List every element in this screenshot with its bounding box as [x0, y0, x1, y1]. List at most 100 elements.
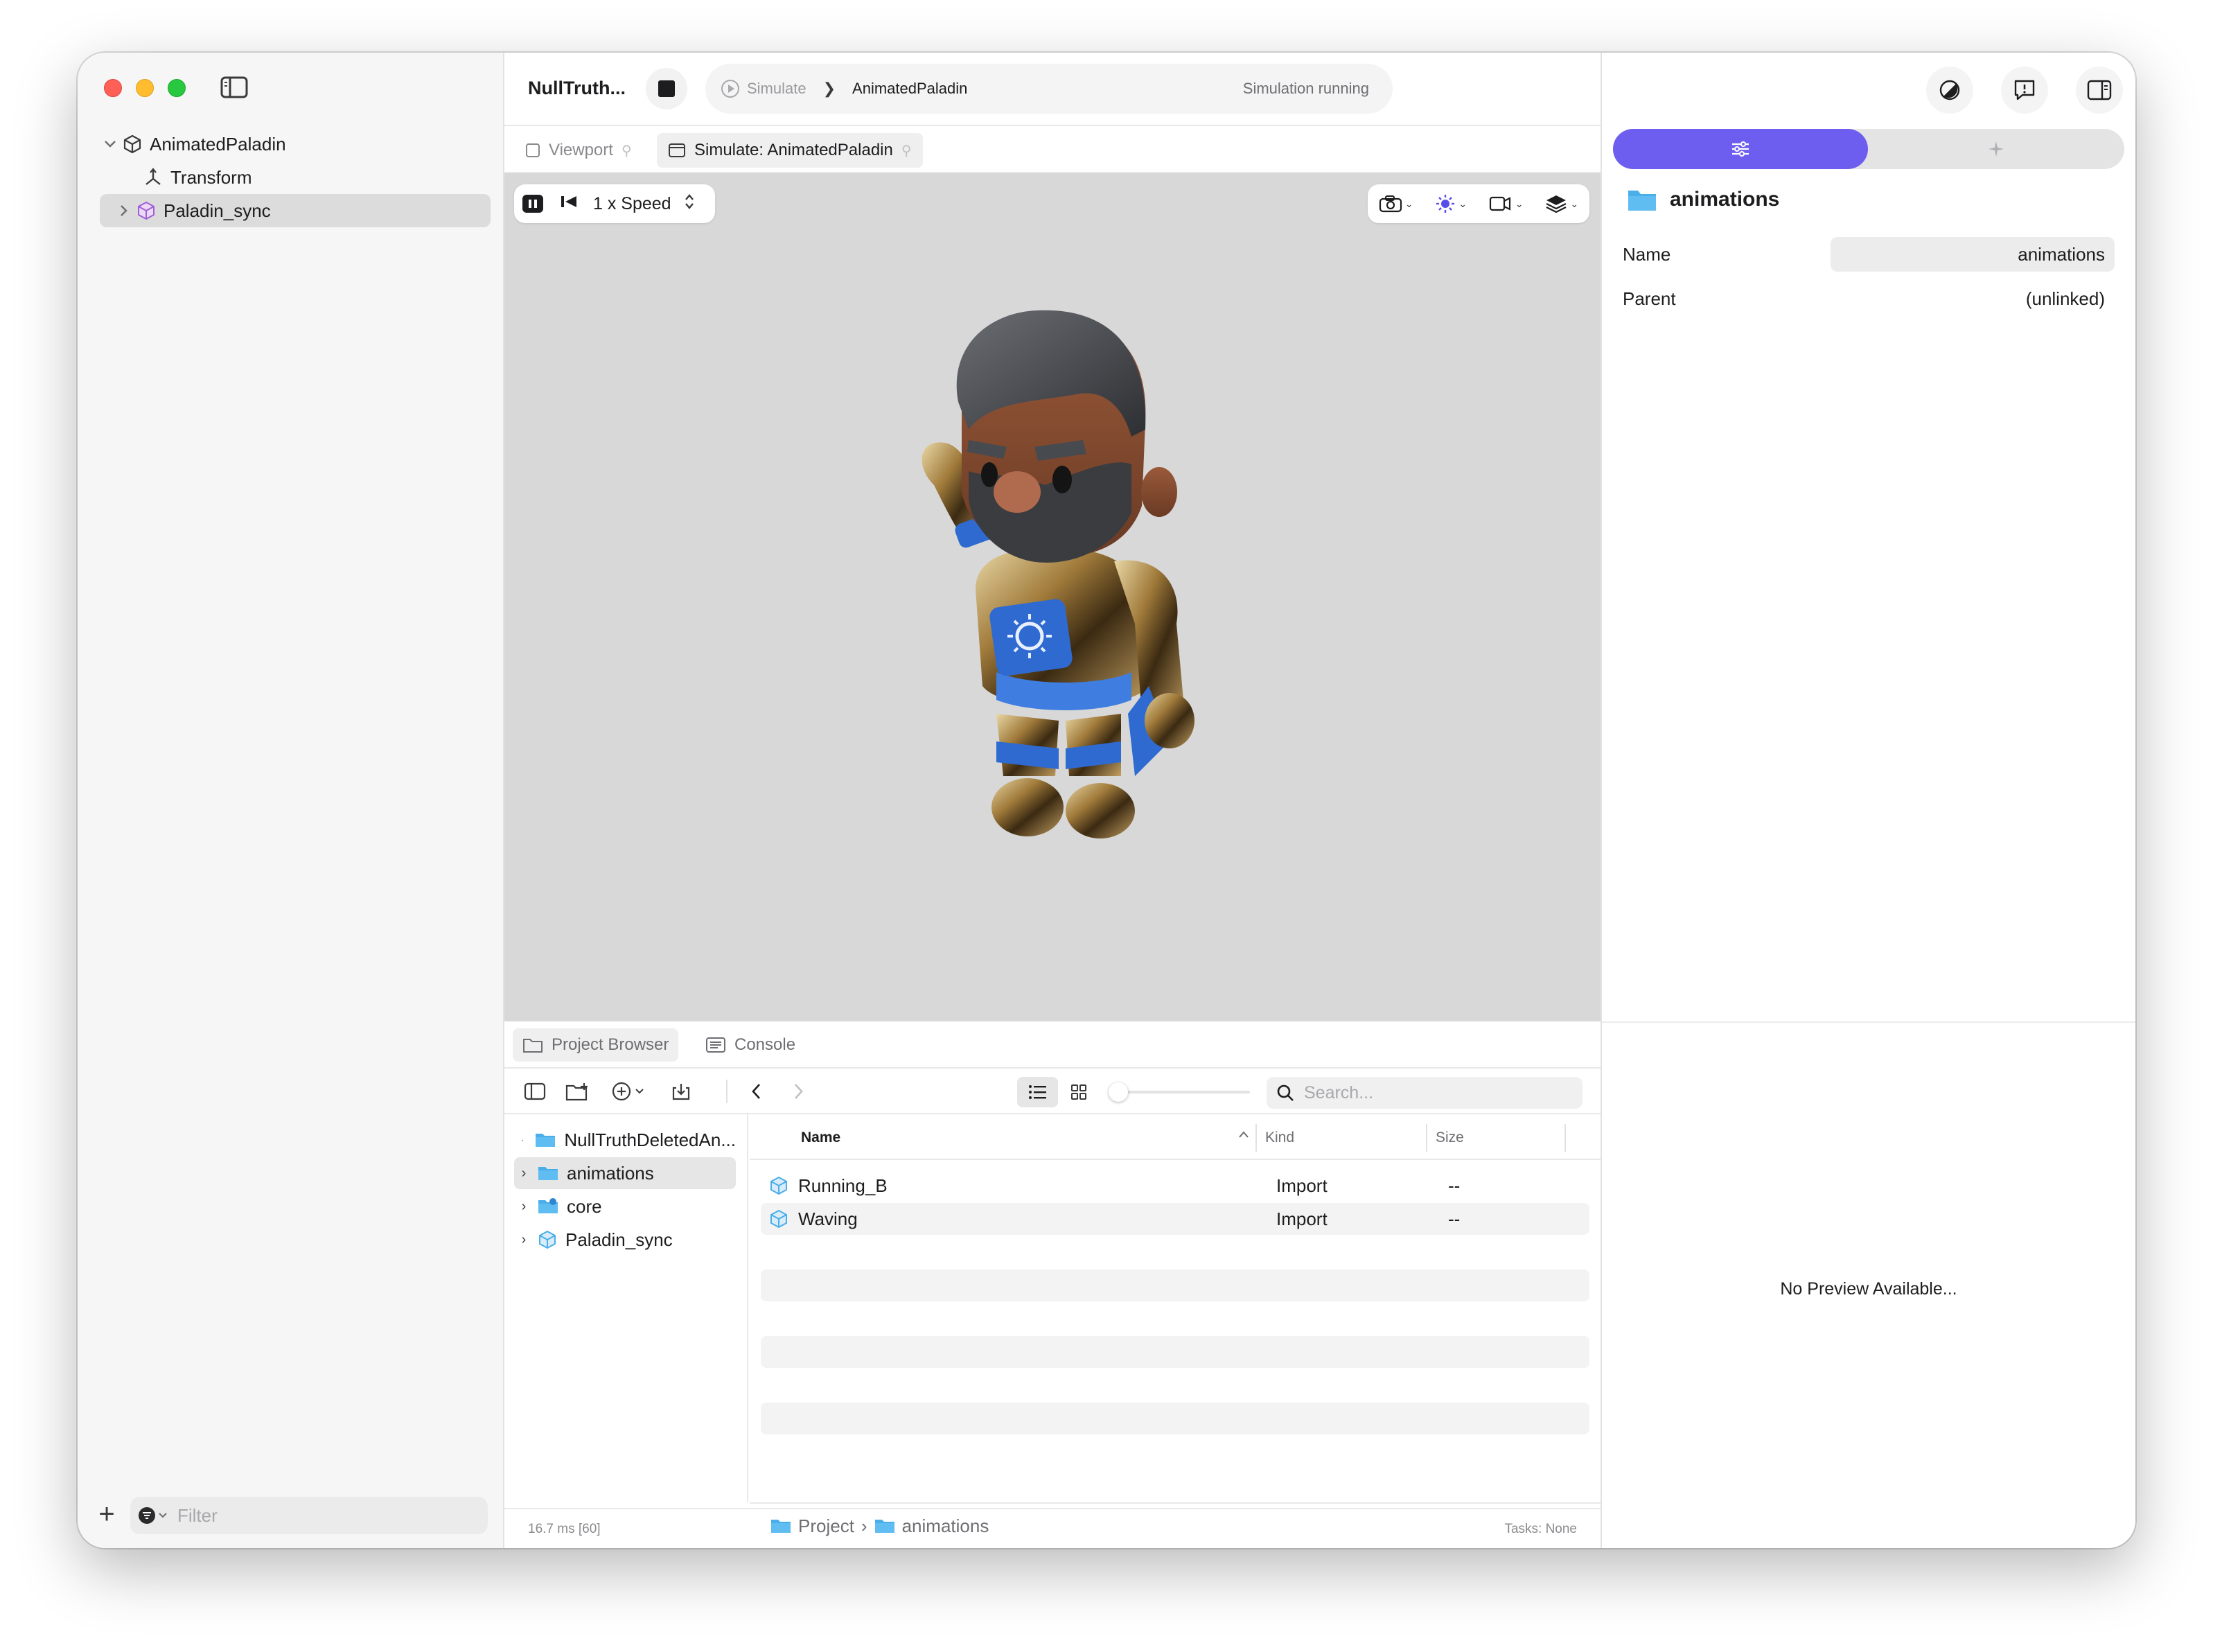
- preview-area: No Preview Available...: [1602, 1021, 2135, 1548]
- tree-item-transform[interactable]: Transform: [100, 161, 491, 194]
- display-menu[interactable]: ⌄: [1489, 195, 1524, 213]
- 3d-viewport[interactable]: 1 x Speed ⌄ ⌄ ⌄ ⌄: [504, 173, 1601, 1021]
- column-name[interactable]: Name: [801, 1130, 840, 1146]
- column-divider[interactable]: [1564, 1124, 1566, 1152]
- pause-button[interactable]: [522, 195, 543, 213]
- sort-ascending-icon[interactable]: [1237, 1127, 1250, 1143]
- appearance-button[interactable]: [1926, 67, 1973, 114]
- model-icon: [134, 199, 158, 222]
- properties-tab[interactable]: [1613, 129, 1868, 169]
- simulation-status: Simulation running: [1242, 80, 1369, 97]
- back-icon[interactable]: [750, 1080, 764, 1103]
- file-name-label: Waving: [798, 1208, 858, 1229]
- pin-icon[interactable]: ⚲: [901, 142, 912, 159]
- folder-root[interactable]: · NullTruthDeletedAn...: [514, 1124, 736, 1156]
- chevron-down-icon: ⌄: [1458, 197, 1467, 209]
- chevron-right-icon[interactable]: ›: [514, 1199, 534, 1215]
- chevron-down-icon: ⌄: [1404, 197, 1413, 209]
- transform-icon: [141, 166, 165, 189]
- tree-item-paladin-sync[interactable]: Paladin_sync: [100, 194, 491, 227]
- sidebar-toggle-icon[interactable]: [220, 76, 248, 98]
- tree-item-animatedpaladin[interactable]: AnimatedPaladin: [100, 128, 491, 161]
- chevron-right-icon[interactable]: [114, 200, 134, 221]
- bottom-panel: Project Browser Console Search... · Null…: [504, 1021, 1601, 1548]
- inspector-title: animations: [1670, 188, 1780, 211]
- feedback-button[interactable]: [2001, 67, 2048, 114]
- inspector-mode-toggle: [1613, 129, 2124, 169]
- add-icon[interactable]: +: [93, 1500, 121, 1529]
- display-icon: [1489, 196, 1510, 211]
- chevron-down-icon: ⌄: [1515, 197, 1524, 209]
- filter-menu-icon[interactable]: [137, 1506, 172, 1525]
- column-size[interactable]: Size: [1436, 1130, 1464, 1146]
- tab-label: Simulate: AnimatedPaladin: [694, 141, 893, 159]
- stepper-icon[interactable]: [684, 193, 695, 216]
- minimize-window-button[interactable]: [136, 79, 154, 97]
- browser-toolbar: Search...: [504, 1069, 1601, 1114]
- forward-icon[interactable]: [791, 1080, 805, 1103]
- console-icon: [706, 1037, 725, 1053]
- project-title[interactable]: NullTruth...: [528, 78, 626, 99]
- chevron-right-icon[interactable]: ›: [514, 1232, 534, 1248]
- file-list: Name Kind Size Running_B Import -- Wavin…: [750, 1114, 1601, 1502]
- tab-viewport[interactable]: Viewport ⚲: [514, 133, 643, 168]
- pin-icon[interactable]: ⚲: [621, 142, 632, 159]
- tab-project-browser[interactable]: Project Browser: [513, 1028, 679, 1062]
- column-divider[interactable]: [1426, 1124, 1427, 1152]
- chevron-right-icon[interactable]: ›: [514, 1166, 534, 1181]
- chevron-down-icon[interactable]: [100, 134, 121, 155]
- asset-icon: [770, 1209, 787, 1229]
- viewport-icon: [526, 143, 540, 157]
- column-divider[interactable]: [1255, 1124, 1257, 1152]
- file-size: --: [1448, 1208, 1461, 1229]
- sidebar-footer: + Filter: [93, 1497, 488, 1534]
- property-parent: Parent (unlinked): [1623, 281, 2115, 316]
- grid-view-icon[interactable]: [1058, 1077, 1099, 1107]
- folder-paladin-sync[interactable]: › Paladin_sync: [514, 1224, 736, 1256]
- tab-console[interactable]: Console: [696, 1028, 805, 1062]
- stop-icon: [658, 80, 675, 97]
- search-input[interactable]: Search...: [1267, 1077, 1582, 1109]
- list-view-icon[interactable]: [1017, 1077, 1058, 1107]
- name-value[interactable]: animations: [2018, 244, 2105, 265]
- speed-select[interactable]: 1 x Speed: [593, 194, 671, 214]
- filter-field[interactable]: Filter: [130, 1497, 488, 1534]
- icon-size-slider[interactable]: [1109, 1082, 1250, 1102]
- run-destination-bar[interactable]: Simulate ❯ AnimatedPaladin Simulation ru…: [705, 64, 1393, 114]
- close-window-button[interactable]: [104, 79, 122, 97]
- layers-menu[interactable]: ⌄: [1545, 193, 1578, 214]
- file-row[interactable]: Running_B Import --: [761, 1170, 1589, 1202]
- sun-icon: [1436, 195, 1455, 213]
- no-preview-text: No Preview Available...: [1780, 1279, 1957, 1299]
- paladin-character-model[interactable]: [892, 298, 1225, 866]
- tab-simulate[interactable]: Simulate: AnimatedPaladin ⚲: [657, 133, 923, 168]
- new-folder-icon[interactable]: [565, 1080, 590, 1103]
- tree-item-label: Paladin_sync: [164, 200, 271, 221]
- column-kind[interactable]: Kind: [1265, 1130, 1294, 1146]
- camera-menu[interactable]: ⌄: [1379, 195, 1413, 213]
- import-icon[interactable]: [671, 1080, 691, 1103]
- restart-icon[interactable]: [560, 194, 578, 214]
- inspector-toggle-button[interactable]: [2076, 67, 2123, 114]
- folder-label: Paladin_sync: [565, 1229, 673, 1250]
- folder-label: NullTruthDeletedAn...: [564, 1129, 736, 1150]
- empty-row: [761, 1403, 1589, 1434]
- folder-label: core: [567, 1195, 602, 1217]
- stop-button[interactable]: [646, 68, 687, 109]
- special-folder-icon: [538, 1198, 558, 1215]
- slider-knob[interactable]: [1109, 1082, 1128, 1102]
- zoom-window-button[interactable]: [168, 79, 186, 97]
- folder-tree: · NullTruthDeletedAn... › animations › c…: [504, 1114, 748, 1502]
- lighting-menu[interactable]: ⌄: [1435, 193, 1467, 214]
- file-row[interactable]: Waving Import --: [761, 1203, 1589, 1235]
- folder-icon: [535, 1132, 556, 1148]
- add-menu-icon[interactable]: [611, 1080, 649, 1103]
- folder-animations[interactable]: › animations: [514, 1157, 736, 1189]
- collapse-dot-icon[interactable]: ·: [514, 1135, 531, 1145]
- model-icon: [538, 1230, 557, 1249]
- tasks-status: Tasks: None: [1504, 1522, 1577, 1536]
- folder-core[interactable]: › core: [514, 1190, 736, 1222]
- sidebar-toggle-icon[interactable]: [524, 1080, 546, 1103]
- app-window: AnimatedPaladin Transform Paladin_sync +: [78, 53, 2135, 1548]
- effects-tab[interactable]: [1868, 129, 2124, 169]
